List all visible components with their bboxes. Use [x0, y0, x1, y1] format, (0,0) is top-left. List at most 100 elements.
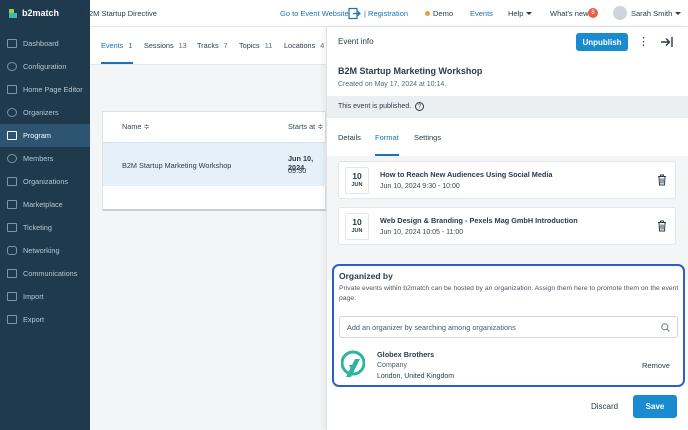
event-created-date: Created on May 17, 2024 at 10:14.	[338, 81, 447, 88]
organization-type: Company	[377, 362, 407, 369]
organized-by-description: Private events within b2match can be hos…	[339, 285, 679, 302]
tab-label: Events	[101, 41, 124, 50]
import-icon	[7, 292, 17, 301]
published-status-bar: This event is published. ?	[327, 96, 688, 118]
row-start-time: 09:30	[288, 166, 307, 175]
session-day: 10	[352, 171, 362, 181]
more-options-icon[interactable]: ⋮	[638, 35, 649, 49]
sidebar-item-label: Marketplace	[23, 200, 63, 209]
remove-organizer-button[interactable]: Remove	[642, 361, 670, 370]
column-header-starts-at[interactable]: Starts at ≑	[288, 122, 323, 131]
help-menu[interactable]: Help	[508, 9, 523, 18]
sidebar-item-label: Communications	[23, 269, 78, 278]
tab-events[interactable]: Events 1	[101, 41, 132, 50]
sidebar-item-ticketing[interactable]: Ticketing	[0, 216, 90, 239]
go-to-event-link[interactable]: Go to Event Website	[280, 9, 349, 18]
organization-logo	[340, 350, 366, 378]
sidebar-item-label: Program	[23, 131, 51, 140]
tab-count: 1	[128, 41, 133, 50]
whats-new-link[interactable]: What's new	[550, 9, 589, 18]
sidebar-item-label: Organizers	[23, 108, 59, 117]
save-button[interactable]: Save	[633, 395, 677, 418]
session-title: Web Design & Branding - Pexels Mag GmbH …	[380, 216, 578, 225]
sidebar-item-label: Configuration	[23, 62, 67, 71]
tab-format[interactable]: Format	[375, 133, 399, 142]
sidebar-item-label: Networking	[23, 246, 60, 255]
session-date-badge: 10 JUN	[345, 213, 369, 240]
panel-title: Event info	[338, 37, 374, 46]
sidebar-item-communications[interactable]: Communications	[0, 262, 90, 285]
organization-name: Globex Brothers	[377, 350, 435, 359]
sidebar-item-label: Organizations	[23, 177, 69, 186]
organized-by-section: Organized by Private events within b2mat…	[332, 264, 685, 387]
delete-session-trash-icon[interactable]	[657, 174, 667, 186]
active-tab-indicator	[101, 62, 133, 64]
column-header-name[interactable]: Name ≑	[122, 122, 150, 131]
row-event-name: B2M Startup Marketing Workshop	[122, 161, 232, 170]
dashboard-icon	[7, 39, 17, 48]
sidebar-item-configuration[interactable]: Configuration	[0, 55, 90, 78]
sidebar-item-marketplace[interactable]: Marketplace	[0, 193, 90, 216]
demo-label[interactable]: Demo	[433, 9, 453, 18]
sidebar-item-export[interactable]: Export	[0, 308, 90, 331]
user-avatar[interactable]	[613, 6, 627, 20]
event-info-panel: Event info Unpublish ⋮ B2M Startup Marke…	[326, 27, 688, 430]
app-name: b2match	[22, 8, 60, 18]
tab-tracks[interactable]: Tracks 7	[197, 41, 228, 50]
events-link[interactable]: Events	[470, 9, 493, 18]
sidebar-item-dashboard[interactable]: Dashboard	[0, 32, 90, 55]
external-link-icon[interactable]	[348, 7, 361, 20]
b2match-logo-icon	[8, 8, 18, 19]
tab-details[interactable]: Details	[338, 133, 361, 142]
session-date-badge: 10 JUN	[345, 167, 369, 194]
demo-status-dot	[425, 11, 430, 16]
tab-locations[interactable]: Locations 4	[284, 41, 324, 50]
gear-icon	[7, 62, 17, 71]
sidebar-item-label: Import	[23, 292, 44, 301]
collapse-panel-icon[interactable]	[660, 35, 674, 49]
tab-topics[interactable]: Topics 11	[239, 41, 272, 50]
sidebar-item-label: Dashboard	[23, 39, 59, 48]
members-icon	[7, 154, 17, 163]
session-day: 10	[352, 217, 362, 227]
sidebar-item-organizers[interactable]: Organizers	[0, 101, 90, 124]
event-title: B2M Startup Marketing Workshop	[338, 66, 483, 76]
registration-link[interactable]: | Registration	[364, 9, 408, 18]
table-row[interactable]: B2M Startup Marketing Workshop Jun 10, 2…	[103, 142, 327, 186]
user-chevron-down-icon	[675, 12, 681, 15]
tab-sessions[interactable]: Sessions 13	[144, 41, 187, 50]
delete-session-trash-icon[interactable]	[657, 220, 667, 232]
sidebar-item-home-page-editor[interactable]: Home Page Editor	[0, 78, 90, 101]
home-icon	[7, 85, 17, 94]
sidebar-item-label: Members	[23, 154, 54, 163]
sidebar-item-label: Export	[23, 315, 45, 324]
tab-count: 4	[320, 41, 325, 50]
organizer-search-input[interactable]	[339, 316, 678, 338]
session-card[interactable]: 10 JUN How to Reach New Audiences Using …	[338, 161, 676, 199]
sessions-section: 10 JUN How to Reach New Audiences Using …	[327, 156, 688, 280]
discard-button[interactable]: Discard	[591, 402, 618, 411]
marketplace-icon	[7, 200, 17, 209]
session-card[interactable]: 10 JUN Web Design & Branding - Pexels Ma…	[338, 207, 676, 245]
chat-icon	[7, 269, 17, 278]
events-table: Name ≑ Starts at ≑ B2M Startup Marketing…	[102, 111, 327, 211]
sidebar-item-import[interactable]: Import	[0, 285, 90, 308]
tab-settings[interactable]: Settings	[414, 133, 441, 142]
export-icon	[7, 315, 17, 324]
sidebar-item-networking[interactable]: Networking	[0, 239, 90, 262]
sidebar-item-program[interactable]: Program	[0, 124, 90, 147]
ticket-icon	[7, 223, 17, 232]
organized-by-title: Organized by	[339, 271, 393, 281]
sidebar-item-label: Ticketing	[23, 223, 52, 232]
event-title-topbar: B2M Startup Directive	[84, 9, 157, 18]
sidebar-item-members[interactable]: Members	[0, 147, 90, 170]
sidebar-item-organizations[interactable]: Organizations	[0, 170, 90, 193]
unpublish-button[interactable]: Unpublish	[576, 33, 628, 51]
session-month: JUN	[351, 228, 363, 234]
organizers-icon	[7, 108, 17, 117]
brand-logo[interactable]: b2match	[0, 0, 90, 27]
user-name[interactable]: Sarah Smith	[631, 9, 672, 18]
program-tabs: Events 1 Sessions 13 Tracks 7 Topics 11 Loca…	[90, 27, 326, 65]
help-question-icon[interactable]: ?	[415, 102, 424, 111]
session-time: Jun 10, 2024 10:05 - 11:00	[380, 229, 464, 236]
